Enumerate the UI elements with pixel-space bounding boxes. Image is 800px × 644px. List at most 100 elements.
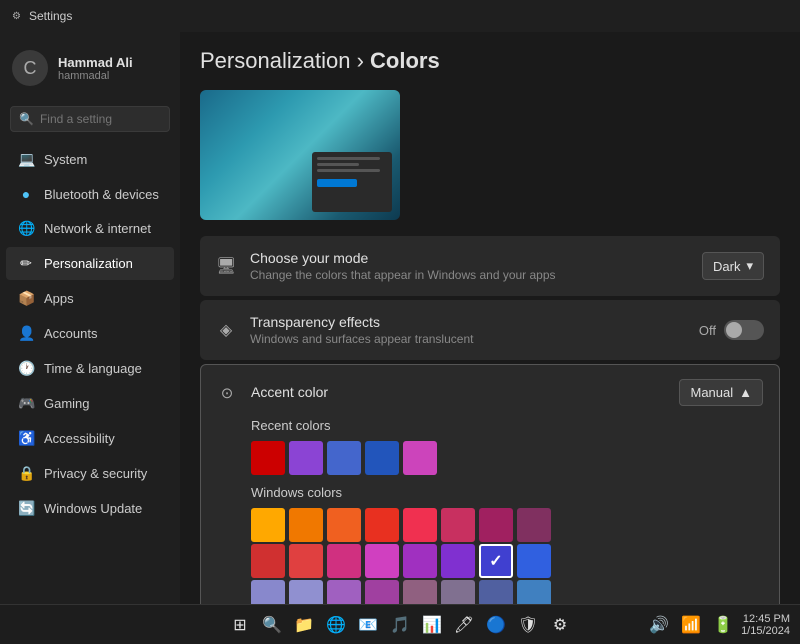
- taskbar-battery-icon[interactable]: 🔋: [709, 611, 737, 639]
- accent-color-row: ⊙ Accent color Manual ▲ Recent colors Wi…: [200, 364, 780, 604]
- accent-icon: ⊙: [217, 384, 237, 402]
- windows-color-swatch-2-7[interactable]: [517, 580, 551, 604]
- nav-item-network[interactable]: 🌐 Network & internet: [6, 212, 174, 245]
- search-input[interactable]: [40, 112, 161, 126]
- avatar: C: [12, 50, 48, 86]
- windows-color-swatch-2-4[interactable]: [403, 580, 437, 604]
- windows-color-swatch-1-7[interactable]: [517, 544, 551, 578]
- windows-color-swatch-1-2[interactable]: [327, 544, 361, 578]
- taskbar-shield-icon[interactable]: 🛡: [514, 611, 542, 639]
- nav-label-bluetooth: Bluetooth & devices: [44, 187, 159, 202]
- nav-item-apps[interactable]: 📦 Apps: [6, 282, 174, 315]
- mode-control[interactable]: Dark ▾: [702, 252, 764, 280]
- taskbar-edge-icon[interactable]: 🌐: [322, 611, 350, 639]
- sidebar-user[interactable]: C Hammad Ali hammadal: [0, 40, 180, 96]
- theme-preview: [200, 90, 400, 220]
- windows-color-swatch-0-2[interactable]: [327, 508, 361, 542]
- taskbar-mail-icon[interactable]: 📧: [354, 611, 382, 639]
- nav-item-accounts[interactable]: 👤 Accounts: [6, 317, 174, 350]
- recent-color-swatch-0[interactable]: [251, 441, 285, 475]
- nav-label-network: Network & internet: [44, 221, 151, 236]
- recent-colors-grid: [251, 441, 763, 475]
- windows-color-swatch-0-1[interactable]: [289, 508, 323, 542]
- settings-icon: ⚙: [12, 11, 21, 22]
- windows-color-swatch-1-4[interactable]: [403, 544, 437, 578]
- nav-label-accounts: Accounts: [44, 326, 97, 341]
- taskbar-date-value: 1/15/2024: [741, 625, 790, 637]
- windows-color-swatch-2-2[interactable]: [327, 580, 361, 604]
- title-bar: ⚙ Settings: [0, 0, 800, 32]
- taskbar-volume-icon[interactable]: 🔊: [645, 611, 673, 639]
- windows-color-row-0: [251, 508, 763, 542]
- main-layout: C Hammad Ali hammadal 🔍 💻 System ● Bluet…: [0, 32, 800, 604]
- gaming-icon: 🎮: [18, 395, 34, 412]
- windows-color-swatch-0-6[interactable]: [479, 508, 513, 542]
- windows-color-swatch-2-1[interactable]: [289, 580, 323, 604]
- taskbar-teams-icon[interactable]: 🔵: [482, 611, 510, 639]
- preview-button: [317, 179, 357, 187]
- windows-color-swatch-1-5[interactable]: [441, 544, 475, 578]
- windows-color-swatch-0-0[interactable]: [251, 508, 285, 542]
- taskbar-spotify-icon[interactable]: 🎵: [386, 611, 414, 639]
- nav-item-gaming[interactable]: 🎮 Gaming: [6, 387, 174, 420]
- taskbar-files-icon[interactable]: 📁: [290, 611, 318, 639]
- taskbar-right: 🔊 📶 🔋 12:45 PM 1/15/2024: [645, 611, 790, 639]
- privacy-icon: 🔒: [18, 465, 34, 482]
- accent-control[interactable]: Manual ▲: [679, 379, 763, 406]
- transparency-icon: ◈: [216, 320, 236, 340]
- nav-item-time[interactable]: 🕐 Time & language: [6, 352, 174, 385]
- preview-line-1: [317, 157, 380, 160]
- nav-item-personalization[interactable]: ✏ Personalization: [6, 247, 174, 280]
- taskbar-clock[interactable]: 12:45 PM 1/15/2024: [741, 613, 790, 637]
- windows-color-swatch-1-0[interactable]: [251, 544, 285, 578]
- nav-item-update[interactable]: 🔄 Windows Update: [6, 492, 174, 525]
- nav-item-bluetooth[interactable]: ● Bluetooth & devices: [6, 178, 174, 210]
- transparency-toggle[interactable]: [724, 320, 764, 340]
- nav-item-system[interactable]: 💻 System: [6, 143, 174, 176]
- windows-color-swatch-0-3[interactable]: [365, 508, 399, 542]
- time-icon: 🕐: [18, 360, 34, 377]
- recent-color-swatch-2[interactable]: [327, 441, 361, 475]
- nav-label-time: Time & language: [44, 361, 142, 376]
- windows-color-swatch-0-4[interactable]: [403, 508, 437, 542]
- taskbar: ⊞ 🔍 📁 🌐 📧 🎵 📊 🖊 🔵 🛡 ⚙ 🔊 📶 🔋 12:45 PM 1/1…: [0, 604, 800, 644]
- windows-color-swatch-2-5[interactable]: [441, 580, 475, 604]
- accounts-icon: 👤: [18, 325, 34, 342]
- breadcrumb-separator: ›: [357, 48, 370, 73]
- windows-color-swatch-1-6[interactable]: [479, 544, 513, 578]
- transparency-value: Off: [699, 323, 716, 338]
- windows-color-swatch-1-1[interactable]: [289, 544, 323, 578]
- mode-title: Choose your mode: [250, 250, 688, 266]
- windows-color-swatch-2-6[interactable]: [479, 580, 513, 604]
- apps-icon: 📦: [18, 290, 34, 307]
- taskbar-notes-icon[interactable]: 🖊: [450, 611, 478, 639]
- taskbar-wifi-icon[interactable]: 📶: [677, 611, 705, 639]
- accent-dropdown[interactable]: Manual ▲: [679, 379, 763, 406]
- search-box[interactable]: 🔍: [10, 106, 170, 132]
- nav-item-privacy[interactable]: 🔒 Privacy & security: [6, 457, 174, 490]
- taskbar-excel-icon[interactable]: 📊: [418, 611, 446, 639]
- colors-section: Recent colors Windows colors: [217, 418, 763, 604]
- taskbar-settings-icon[interactable]: ⚙: [546, 611, 574, 639]
- windows-color-swatch-2-3[interactable]: [365, 580, 399, 604]
- windows-color-swatch-0-5[interactable]: [441, 508, 475, 542]
- windows-color-swatch-1-3[interactable]: [365, 544, 399, 578]
- nav-item-accessibility[interactable]: ♿ Accessibility: [6, 422, 174, 455]
- user-info: Hammad Ali hammadal: [58, 55, 133, 82]
- taskbar-start-button[interactable]: ⊞: [226, 611, 254, 639]
- taskbar-time-value: 12:45 PM: [741, 613, 790, 625]
- recent-color-swatch-1[interactable]: [289, 441, 323, 475]
- title-bar-text: Settings: [29, 9, 72, 23]
- windows-color-row-1: [251, 544, 763, 578]
- taskbar-search-icon[interactable]: 🔍: [258, 611, 286, 639]
- windows-color-swatch-0-7[interactable]: [517, 508, 551, 542]
- sidebar: C Hammad Ali hammadal 🔍 💻 System ● Bluet…: [0, 32, 180, 604]
- windows-color-swatch-2-0[interactable]: [251, 580, 285, 604]
- transparency-subtitle: Windows and surfaces appear translucent: [250, 332, 685, 346]
- nav-label-apps: Apps: [44, 291, 74, 306]
- transparency-title: Transparency effects: [250, 314, 685, 330]
- mode-dropdown[interactable]: Dark ▾: [702, 252, 764, 280]
- taskbar-center: ⊞ 🔍 📁 🌐 📧 🎵 📊 🖊 🔵 🛡 ⚙: [226, 611, 574, 639]
- recent-color-swatch-3[interactable]: [365, 441, 399, 475]
- recent-color-swatch-4[interactable]: [403, 441, 437, 475]
